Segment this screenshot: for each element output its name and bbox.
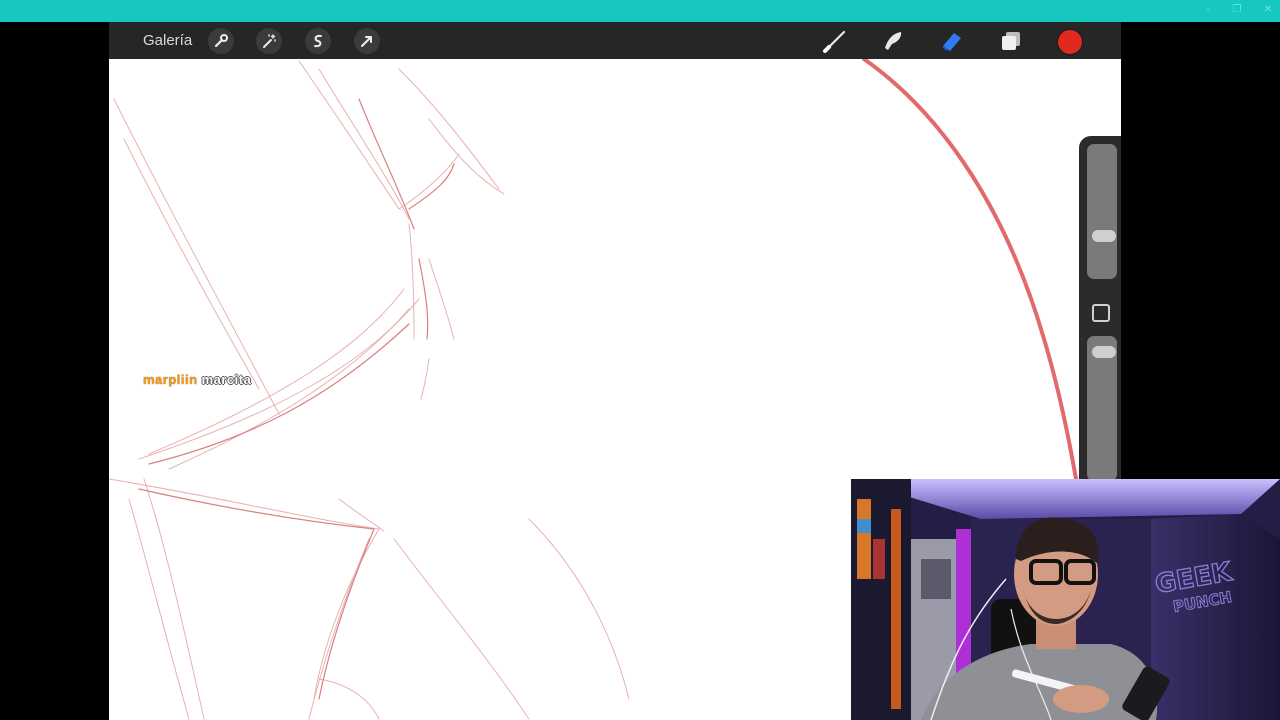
chat-overlay: marpliin marcita bbox=[143, 372, 251, 387]
gallery-button[interactable]: Galería bbox=[143, 22, 192, 59]
brush-icon[interactable] bbox=[821, 28, 849, 54]
webcam-feed: GEEK PUNCH bbox=[851, 479, 1280, 720]
circle-guide-stroke bbox=[862, 59, 1078, 481]
window-controls: – ❐ ✕ bbox=[1206, 4, 1272, 16]
color-picker-button[interactable] bbox=[1057, 29, 1083, 55]
webcam-overlay: GEEK PUNCH bbox=[851, 479, 1280, 720]
top-toolbar: Galería bbox=[109, 22, 1121, 59]
chat-message: marcita bbox=[201, 372, 252, 387]
wrench-icon[interactable] bbox=[208, 28, 234, 54]
chat-username: marpliin bbox=[143, 372, 198, 387]
smudge-icon[interactable] bbox=[879, 28, 907, 54]
minimize-button[interactable]: – bbox=[1206, 4, 1211, 16]
close-button[interactable]: ✕ bbox=[1264, 4, 1272, 16]
restore-button[interactable]: ❐ bbox=[1233, 4, 1242, 16]
opacity-knob[interactable] bbox=[1092, 346, 1116, 358]
layers-icon[interactable] bbox=[997, 28, 1025, 54]
brush-size-slider[interactable] bbox=[1087, 144, 1117, 279]
selection-icon[interactable] bbox=[305, 28, 331, 54]
transform-arrow-icon[interactable] bbox=[354, 28, 380, 54]
modify-button[interactable] bbox=[1092, 304, 1110, 322]
eraser-icon[interactable] bbox=[938, 28, 966, 54]
sidebar-controls bbox=[1079, 136, 1121, 481]
opacity-slider[interactable] bbox=[1087, 336, 1117, 481]
magic-wand-icon[interactable] bbox=[256, 28, 282, 54]
window-titlebar: – ❐ ✕ bbox=[0, 0, 1280, 22]
brush-size-knob[interactable] bbox=[1092, 230, 1116, 242]
